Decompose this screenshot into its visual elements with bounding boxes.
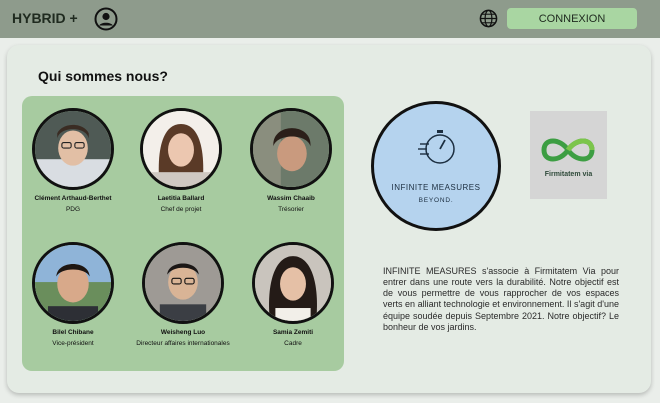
member-role: Directeur affaires internationales [136, 339, 230, 347]
brand-logo[interactable]: HYBRID + [12, 10, 78, 26]
member-role: Trésorier [278, 205, 304, 213]
login-button[interactable]: CONNEXION [507, 8, 637, 29]
team-member: Samia Zemiti Cadre [241, 242, 345, 348]
member-photo [250, 108, 332, 190]
member-photo [140, 108, 222, 190]
team-panel: Clément Arthaud-Berthet PDG Laetitia Bal… [22, 96, 344, 371]
member-role: Vice-président [52, 339, 94, 347]
member-name: Laetitia Ballard [157, 195, 205, 202]
team-member: Clément Arthaud-Berthet PDG [21, 108, 125, 214]
team-member: Weisheng Luo Directeur affaires internat… [131, 242, 235, 348]
member-role: Cadre [284, 339, 302, 347]
team-member: Wassim Chaaib Trésorier [239, 108, 343, 214]
member-role: PDG [65, 205, 81, 213]
stopwatch-icon [418, 130, 455, 164]
member-name: Clément Arthaud-Berthet [34, 195, 112, 202]
member-role: Chef de projet [160, 205, 202, 213]
page-title: Qui sommes nous? [38, 68, 168, 84]
member-photo [32, 108, 114, 190]
top-navigation-bar: HYBRID + CONNEXION [0, 0, 660, 38]
team-member: Laetitia Ballard Chef de projet [129, 108, 233, 214]
member-name: Weisheng Luo [160, 329, 206, 336]
member-name: Bilel Chibane [52, 329, 94, 336]
firmitatem-via-logo: Firmitatem via [530, 111, 607, 199]
logo-title: INFINITE MEASURES [391, 183, 481, 192]
member-name: Wassim Chaaib [267, 195, 315, 202]
infinite-measures-logo: INFINITE MEASURES BEYOND. [371, 101, 501, 231]
team-member: Bilel Chibane Vice-président [21, 242, 125, 348]
user-account-icon[interactable] [94, 7, 118, 31]
member-photo [32, 242, 114, 324]
member-photo [252, 242, 334, 324]
logo-subtitle: BEYOND. [418, 197, 454, 204]
member-name: Samia Zemiti [272, 329, 314, 336]
language-globe-icon[interactable] [479, 9, 498, 28]
about-description: INFINITE MEASURES s'associe à Firmitatem… [383, 266, 619, 332]
infinity-leaf-icon [541, 138, 595, 162]
logo-title: Firmitatem via [544, 171, 593, 178]
member-photo [142, 242, 224, 324]
